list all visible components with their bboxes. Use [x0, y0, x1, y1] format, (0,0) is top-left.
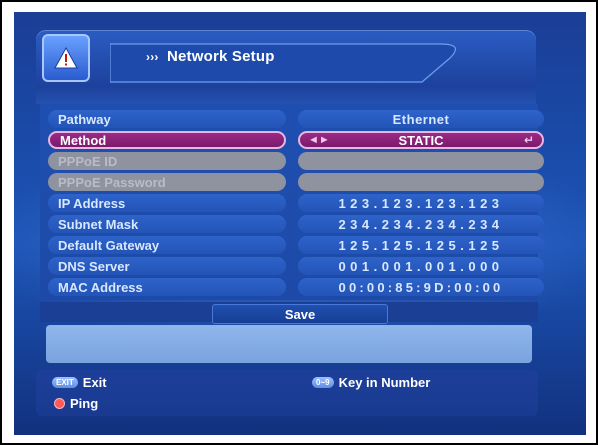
ip-address-field[interactable]: 123.123.123.123: [298, 194, 544, 212]
footer-hints: [36, 370, 538, 416]
mac-address-field[interactable]: 00:00:85:9D:00:00: [298, 278, 544, 296]
page-title-text: Network Setup: [166, 48, 275, 65]
exit-label: Exit: [82, 375, 107, 390]
row-label: Method: [48, 131, 286, 149]
row-pathway[interactable]: Pathway Ethernet: [48, 110, 544, 128]
default-gateway-field[interactable]: 125.125.125.125: [298, 236, 544, 254]
save-button[interactable]: Save: [212, 304, 388, 324]
red-dot-icon: [54, 398, 65, 409]
key-in-number-hint: 0~9 Key in Number: [312, 375, 430, 390]
dns-server-field[interactable]: 001.001.001.000: [298, 257, 544, 275]
row-ip-address[interactable]: IP Address 123.123.123.123: [48, 194, 544, 212]
method-selector[interactable]: ◄► STATIC ↵: [298, 131, 544, 149]
row-method[interactable]: Method ◄► STATIC ↵: [48, 131, 544, 149]
key-in-number-label: Key in Number: [338, 375, 431, 390]
exit-key-icon: EXIT: [52, 377, 78, 388]
row-pppoe-id: PPPoE ID: [48, 152, 544, 170]
row-default-gateway[interactable]: Default Gateway 125.125.125.125: [48, 236, 544, 254]
row-label: Default Gateway: [48, 236, 286, 254]
title-arrows-icon: ›››: [146, 50, 159, 64]
method-value: STATIC: [398, 132, 444, 148]
ping-label: Ping: [70, 396, 99, 411]
row-label: PPPoE Password: [48, 173, 286, 191]
pppoe-id-field: [298, 152, 544, 170]
row-label: DNS Server: [48, 257, 286, 275]
enter-return-icon: ↵: [523, 133, 534, 147]
pathway-value[interactable]: Ethernet: [298, 110, 544, 128]
row-label: IP Address: [48, 194, 286, 212]
row-mac-address[interactable]: MAC Address 00:00:85:9D:00:00: [48, 278, 544, 296]
logo: [42, 34, 90, 82]
exit-hint[interactable]: EXIT Exit: [52, 375, 107, 390]
row-label: Subnet Mask: [48, 215, 286, 233]
warning-triangle-icon: [54, 47, 78, 69]
row-subnet-mask[interactable]: Subnet Mask 234.234.234.234: [48, 215, 544, 233]
header-strip: [36, 86, 536, 104]
page-title: ››› Network Setup: [146, 48, 275, 65]
ping-hint[interactable]: Ping: [54, 396, 98, 411]
row-dns-server[interactable]: DNS Server 001.001.001.000: [48, 257, 544, 275]
pppoe-password-field: [298, 173, 544, 191]
row-label: PPPoE ID: [48, 152, 286, 170]
info-message-box: [46, 325, 532, 363]
subnet-mask-field[interactable]: 234.234.234.234: [298, 215, 544, 233]
row-label: MAC Address: [48, 278, 286, 296]
number-key-icon: 0~9: [312, 377, 334, 388]
row-pppoe-password: PPPoE Password: [48, 173, 544, 191]
left-right-arrows-icon[interactable]: ◄►: [308, 134, 330, 146]
row-label: Pathway: [48, 110, 286, 128]
